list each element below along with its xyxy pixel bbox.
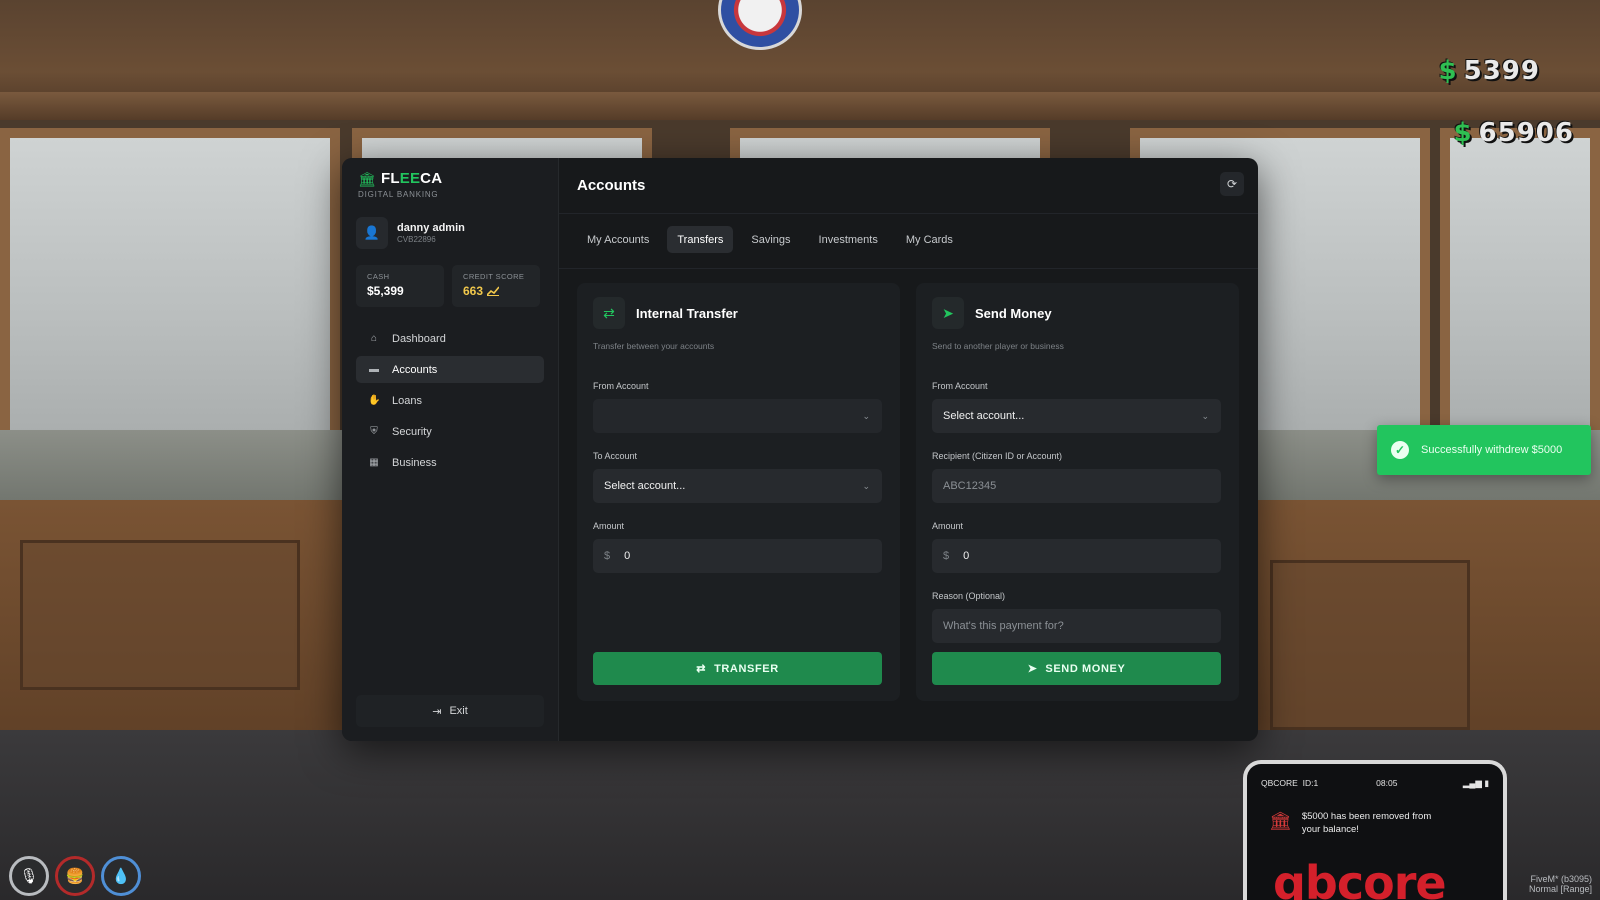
- phone: QBCORE ID:1 08:05 ▂▄▆ ▮ 🏛 $5000 has been…: [1243, 760, 1507, 900]
- phone-notification[interactable]: 🏛 $5000 has been removed from your balan…: [1261, 807, 1489, 841]
- paper-plane-icon: ➤: [932, 297, 964, 329]
- send-money-button[interactable]: ➤ SEND MONEY: [932, 652, 1221, 685]
- user-profile: 👤 danny admin CVB22896: [356, 217, 544, 249]
- cash-label: CASH: [367, 272, 390, 281]
- tab-transfers[interactable]: Transfers: [667, 226, 734, 253]
- send-money-card: ➤ Send Money Send to another player or b…: [916, 283, 1239, 701]
- refresh-button[interactable]: ⟳: [1220, 172, 1244, 196]
- amount-input[interactable]: $ 0: [593, 539, 882, 573]
- stats: CASH $5,399 CREDIT SCORE 663: [356, 265, 544, 307]
- hunger-status-icon: 🍔: [55, 856, 95, 896]
- amount-label: Amount: [932, 521, 964, 531]
- hud-bank: $65906: [1453, 118, 1574, 148]
- transfer-button[interactable]: ⇄ TRANSFER: [593, 652, 882, 685]
- cash-value: $5,399: [367, 284, 404, 298]
- sidebar-item-business[interactable]: ▦ Business: [356, 449, 544, 476]
- thirst-status-icon: 💧: [101, 856, 141, 896]
- phone-status-bar: QBCORE ID:1 08:05 ▂▄▆ ▮: [1261, 778, 1489, 788]
- brand: 🏛 FLEECA: [358, 170, 544, 187]
- currency-symbol: $: [604, 550, 611, 562]
- amount-label: Amount: [593, 521, 625, 531]
- citizen-id: CVB22896: [397, 235, 436, 244]
- send-from-account-select[interactable]: Select account... ⌄: [932, 399, 1221, 433]
- to-account-select[interactable]: Select account... ⌄: [593, 469, 882, 503]
- credit-score-stat: CREDIT SCORE 663: [452, 265, 540, 307]
- reason-input[interactable]: What's this payment for?: [932, 609, 1221, 643]
- chevron-down-icon: ⌄: [1201, 410, 1209, 421]
- brand-subtitle: DIGITAL BANKING: [358, 190, 439, 199]
- brand-name: FLEECA: [381, 170, 443, 187]
- to-account-label: To Account: [593, 451, 638, 461]
- toast-message: Successfully withdrew $5000: [1421, 444, 1563, 456]
- internal-transfer-title: Internal Transfer: [636, 305, 738, 321]
- from-account-select[interactable]: ⌄: [593, 399, 882, 433]
- swap-arrows-icon: ⇄: [696, 663, 707, 675]
- sidebar-item-security[interactable]: ⛨ Security: [356, 418, 544, 445]
- fivem-watermark: FiveM* (b3095) Normal [Range]: [1528, 874, 1592, 894]
- user-avatar-icon: 👤: [356, 217, 388, 249]
- trend-up-icon: [487, 286, 500, 296]
- from-account-label: From Account: [932, 381, 988, 391]
- recipient-label: Recipient (Citizen ID or Account): [932, 451, 1063, 461]
- from-account-label: From Account: [593, 381, 649, 391]
- page-title: Accounts: [577, 177, 646, 194]
- building-icon: ▦: [369, 457, 379, 468]
- sidebar-nav: ⌂ Dashboard ▬ Accounts ✋ Loans ⛨ Securit…: [356, 325, 544, 476]
- user-name: danny admin: [397, 222, 465, 234]
- sidebar-item-loans[interactable]: ✋ Loans: [356, 387, 544, 414]
- tab-savings[interactable]: Savings: [741, 226, 800, 253]
- hand-coin-icon: ✋: [368, 395, 381, 406]
- send-money-title: Send Money: [975, 305, 1052, 321]
- check-icon: ✓: [1391, 441, 1409, 459]
- recipient-input[interactable]: ABC12345: [932, 469, 1221, 503]
- refresh-icon: ⟳: [1226, 177, 1238, 191]
- currency-symbol: $: [943, 550, 950, 562]
- paper-plane-icon: ➤: [1027, 663, 1038, 675]
- swap-arrows-icon: ⇄: [593, 297, 625, 329]
- internal-transfer-subtitle: Transfer between your accounts: [593, 341, 715, 351]
- banking-app: 🏛 FLEECA DIGITAL BANKING 👤 danny admin C…: [342, 158, 1258, 741]
- sidebar: 🏛 FLEECA DIGITAL BANKING 👤 danny admin C…: [342, 158, 559, 741]
- bank-icon: 🏛: [358, 170, 376, 187]
- send-amount-input[interactable]: $ 0: [932, 539, 1221, 573]
- tabs: My Accounts Transfers Savings Investment…: [559, 214, 1258, 269]
- credit-score-value: 663: [463, 284, 529, 298]
- main-header: Accounts: [559, 158, 1258, 214]
- send-money-subtitle: Send to another player or business: [932, 341, 1064, 351]
- exit-icon: ⇥: [432, 705, 442, 718]
- sidebar-item-accounts[interactable]: ▬ Accounts: [356, 356, 544, 383]
- cash-stat: CASH $5,399: [356, 265, 444, 307]
- chevron-down-icon: ⌄: [862, 410, 870, 421]
- signal-battery-icon: ▂▄▆ ▮: [1462, 778, 1489, 788]
- shield-icon: ⛨: [370, 426, 378, 437]
- tab-investments[interactable]: Investments: [809, 226, 888, 253]
- wallet-icon: ▬: [369, 364, 379, 375]
- home-icon: ⌂: [370, 333, 378, 344]
- sidebar-item-dashboard[interactable]: ⌂ Dashboard: [356, 325, 544, 352]
- voice-status-icon: 🎙: [9, 856, 49, 896]
- internal-transfer-card: ⇄ Internal Transfer Transfer between you…: [577, 283, 900, 701]
- exit-button[interactable]: ⇥ Exit: [356, 695, 544, 727]
- qbcore-logo: qbcore: [1273, 856, 1447, 900]
- tab-my-accounts[interactable]: My Accounts: [577, 226, 659, 253]
- bank-icon: 🏛: [1269, 811, 1292, 831]
- tab-my-cards[interactable]: My Cards: [896, 226, 963, 253]
- reason-label: Reason (Optional): [932, 591, 1006, 601]
- success-toast: ✓ Successfully withdrew $5000: [1377, 425, 1591, 475]
- main-content: Accounts ⟳ My Accounts Transfers Savings…: [559, 158, 1258, 741]
- hud-cash: $5399: [1438, 56, 1540, 86]
- chevron-down-icon: ⌄: [862, 480, 870, 491]
- credit-score-label: CREDIT SCORE: [463, 272, 525, 281]
- transfer-cards: ⇄ Internal Transfer Transfer between you…: [559, 269, 1258, 701]
